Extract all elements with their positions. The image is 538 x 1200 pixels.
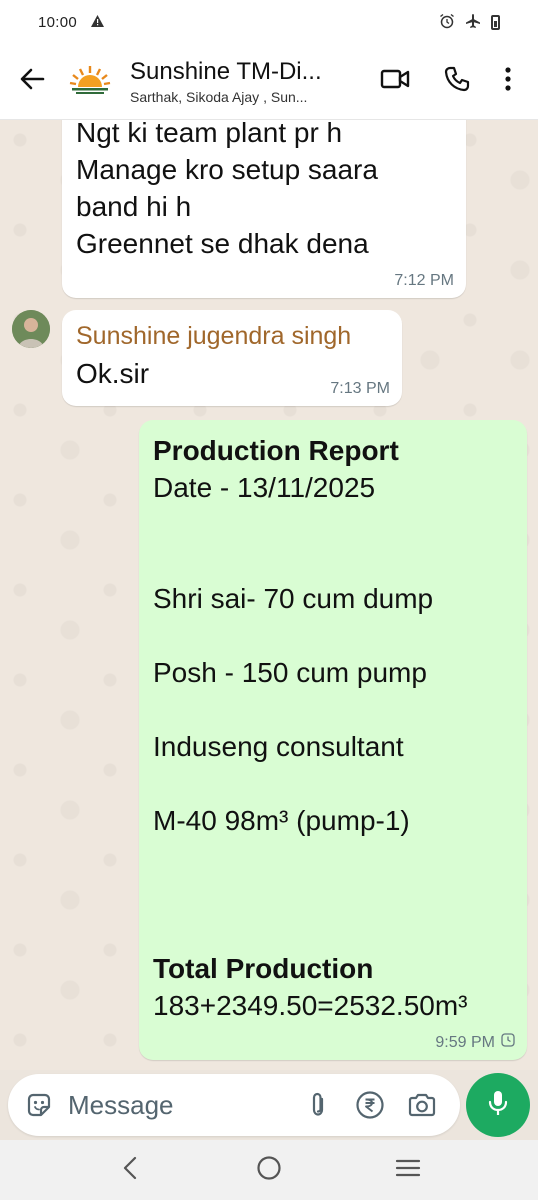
airplane-icon [465,13,481,32]
sender-avatar[interactable] [12,310,50,348]
message-time: 9:59 PM [435,1033,495,1051]
chat-info[interactable]: Sunshine TM-Di... Sarthak, Sikoda Ajay ,… [130,58,364,105]
chat-messages[interactable]: Ngt ki team plant pr h Manage kro setup … [0,120,538,1070]
sender-name[interactable]: Sunshine jugendra singh [76,322,351,351]
rupee-payment-icon[interactable] [344,1079,396,1131]
sunshine-logo-icon [69,65,111,94]
group-avatar[interactable] [64,55,116,108]
report-blank [153,765,468,802]
report-content: Production Report Date - 13/11/2025 Shri… [153,432,468,1024]
system-nav-bar [0,1140,538,1200]
status-bar: 10:00 [0,0,538,44]
chat-participants: Sarthak, Sikoda Ajay , Sun... [130,89,308,105]
alarm-icon [439,13,455,32]
report-title: Production Report [153,435,399,466]
back-arrow-icon [19,66,45,97]
report-blank [153,876,468,913]
message-input[interactable] [68,1089,292,1121]
nav-recents-icon [395,1158,421,1183]
video-call-icon [380,68,410,95]
message-bubble-incoming[interactable]: Ngt ki team plant pr h Manage kro setup … [62,120,466,298]
more-options-button[interactable] [488,52,528,112]
warning-icon [91,14,105,30]
report-date: Date - 13/11/2025 [153,472,376,503]
report-blank [153,506,468,543]
voice-call-button[interactable] [426,52,488,112]
message-meta: 9:59 PM [435,1033,515,1052]
message-time: 7:12 PM [394,272,454,289]
message-time: 7:13 PM [330,380,390,397]
message-bubble-outgoing[interactable]: Production Report Date - 13/11/2025 Shri… [139,420,527,1060]
report-line-shri-sai: Shri sai- 70 cum dump [153,583,434,614]
chat-header: Sunshine TM-Di... Sarthak, Sikoda Ajay ,… [0,44,538,120]
more-options-icon [505,67,511,96]
report-line-posh: Posh - 150 cum pump [153,657,427,688]
nav-back-button[interactable] [100,1145,160,1195]
video-call-button[interactable] [364,52,426,112]
report-blank [153,617,468,654]
nav-home-icon [256,1155,282,1186]
nav-recents-button[interactable] [378,1145,438,1195]
nav-home-button[interactable] [239,1145,299,1195]
person-photo-icon [12,310,50,348]
sticker-icon[interactable] [24,1079,54,1131]
status-time: 10:00 [38,13,78,31]
report-blank [153,839,468,876]
pending-clock-icon [501,1033,515,1052]
report-total-value: 183+2349.50=2532.50m³ [153,990,468,1021]
mic-button[interactable] [466,1073,530,1137]
report-line-m40: M-40 98m³ (pump-1) [153,805,410,836]
report-blank [153,913,468,950]
composer [0,1070,538,1140]
report-line-induseng: Induseng consultant [153,731,404,762]
chat-title: Sunshine TM-Di... [130,58,322,85]
report-blank [153,691,468,728]
nav-back-icon [121,1156,139,1185]
message-bubble-incoming[interactable]: Sunshine jugendra singh Ok.sir 7:13 PM [62,310,402,406]
camera-icon[interactable] [396,1079,448,1131]
message-text: Ngt ki team plant pr h Manage kro setup … [76,120,378,259]
phone-icon [444,66,470,97]
back-button[interactable] [0,44,64,120]
attach-icon[interactable] [292,1079,344,1131]
mic-icon [487,1089,509,1122]
battery-icon [491,14,500,30]
report-total-title: Total Production [153,953,374,984]
message-composer [8,1074,460,1136]
message-text: Ok.sir [76,358,150,389]
report-blank [153,543,468,580]
